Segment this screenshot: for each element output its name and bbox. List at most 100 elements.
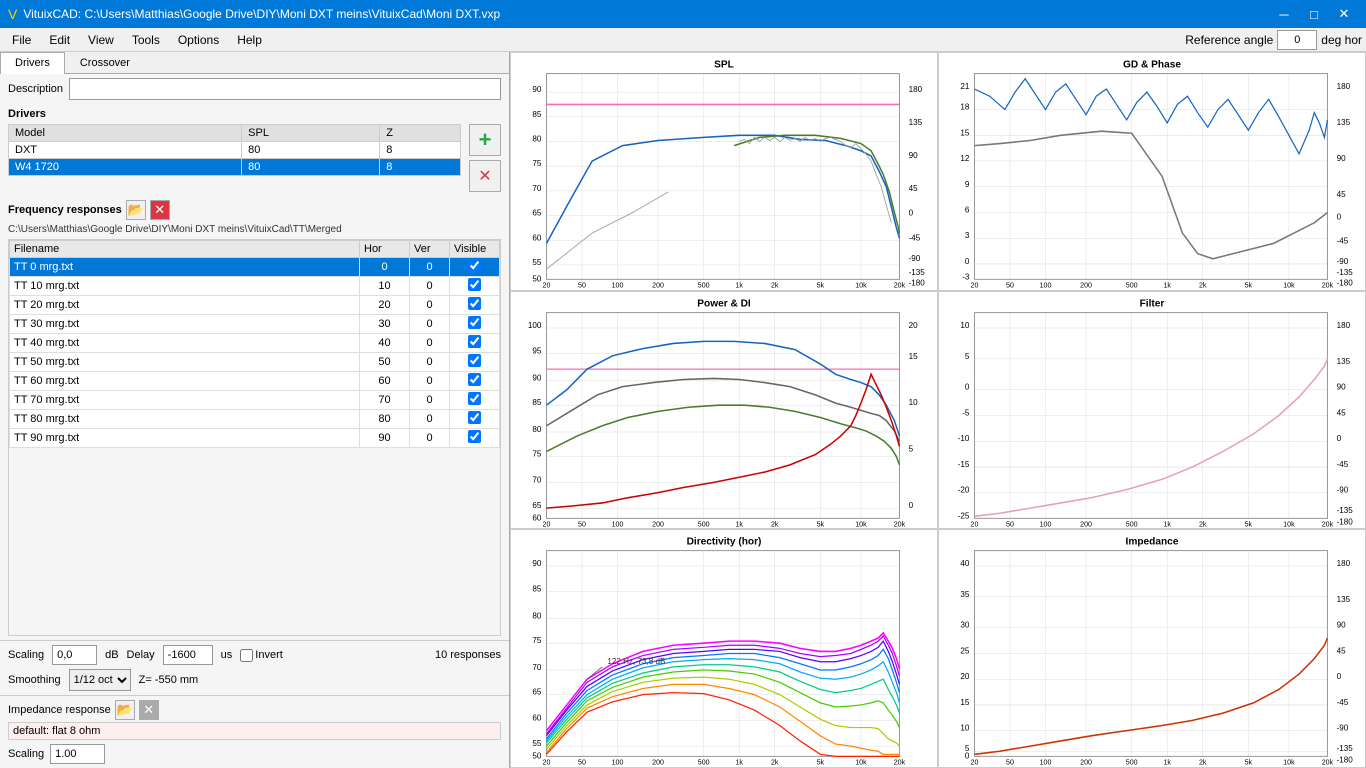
driver-row[interactable]: DXT808 <box>9 142 461 159</box>
invert-checkbox[interactable] <box>240 649 253 662</box>
freq-visible-checkbox[interactable] <box>468 392 481 405</box>
freq-visible-checkbox[interactable] <box>468 354 481 367</box>
svg-text:-135: -135 <box>1337 506 1354 515</box>
add-driver-button[interactable]: + <box>469 124 501 156</box>
freq-visible[interactable] <box>450 296 500 315</box>
freq-row[interactable]: TT 0 mrg.txt 0 0 <box>10 258 500 277</box>
svg-text:500: 500 <box>698 282 710 290</box>
right-panel: SPL 90 85 80 75 70 65 60 55 50 180 135 9… <box>510 52 1366 768</box>
freq-row[interactable]: TT 80 mrg.txt 80 0 <box>10 410 500 429</box>
close-button[interactable]: ✕ <box>1330 0 1358 28</box>
svg-text:10k: 10k <box>1283 520 1295 528</box>
freq-row[interactable]: TT 10 mrg.txt 10 0 <box>10 277 500 296</box>
svg-text:100: 100 <box>1040 282 1052 290</box>
freq-visible[interactable] <box>450 410 500 429</box>
svg-text:100: 100 <box>612 282 624 290</box>
freq-visible-checkbox[interactable] <box>468 335 481 348</box>
tab-drivers[interactable]: Drivers <box>0 52 65 74</box>
spl-svg: SPL 90 85 80 75 70 65 60 55 50 180 135 9… <box>511 53 937 290</box>
freq-visible-checkbox[interactable] <box>468 278 481 291</box>
description-input[interactable] <box>69 78 501 100</box>
directivity-chart: Directivity (hor) 90 85 80 75 70 65 60 5… <box>510 529 938 768</box>
scaling-label: Scaling <box>8 649 44 661</box>
svg-text:6: 6 <box>965 205 970 214</box>
svg-text:50: 50 <box>532 752 541 761</box>
freq-visible[interactable] <box>450 334 500 353</box>
svg-text:18: 18 <box>960 103 969 112</box>
freq-visible[interactable] <box>450 353 500 372</box>
freq-visible[interactable] <box>450 315 500 334</box>
svg-text:50: 50 <box>532 274 541 283</box>
svg-text:2k: 2k <box>771 520 779 528</box>
freq-row[interactable]: TT 60 mrg.txt 60 0 <box>10 372 500 391</box>
svg-text:0: 0 <box>965 382 970 391</box>
svg-text:55: 55 <box>532 739 541 748</box>
tab-crossover[interactable]: Crossover <box>65 52 145 73</box>
minimize-button[interactable]: ─ <box>1270 0 1298 28</box>
freq-table-wrap[interactable]: Filename Hor Ver Visible TT 0 mrg.txt 0 … <box>8 239 501 636</box>
freq-row[interactable]: TT 30 mrg.txt 30 0 <box>10 315 500 334</box>
menu-file[interactable]: File <box>4 31 39 49</box>
menu-options[interactable]: Options <box>170 31 227 49</box>
delay-input[interactable] <box>163 645 213 665</box>
imp-scaling-input[interactable] <box>50 744 105 764</box>
svg-text:200: 200 <box>1080 282 1092 290</box>
menu-edit[interactable]: Edit <box>41 31 78 49</box>
svg-text:5k: 5k <box>817 759 825 767</box>
freq-delete-button[interactable]: ✕ <box>150 200 170 220</box>
svg-text:10k: 10k <box>855 282 867 290</box>
svg-text:45: 45 <box>1337 190 1346 199</box>
svg-text:80: 80 <box>532 425 541 434</box>
freq-visible-checkbox[interactable] <box>468 297 481 310</box>
scaling-row: Scaling dB Delay us Invert 10 responses <box>8 645 501 665</box>
svg-text:1k: 1k <box>1163 759 1171 767</box>
imp-open-button[interactable]: 📂 <box>115 700 135 720</box>
svg-text:0: 0 <box>909 209 914 218</box>
freq-path: C:\Users\Matthias\Google Drive\DIY\Moni … <box>8 222 501 239</box>
freq-visible[interactable] <box>450 391 500 410</box>
scaling-input[interactable] <box>52 645 97 665</box>
remove-driver-button[interactable]: ✕ <box>469 160 501 192</box>
driver-model: W4 1720 <box>9 159 242 176</box>
freq-table: Filename Hor Ver Visible TT 0 mrg.txt 0 … <box>9 240 500 448</box>
maximize-button[interactable]: □ <box>1300 0 1328 28</box>
freq-row[interactable]: TT 70 mrg.txt 70 0 <box>10 391 500 410</box>
svg-text:20: 20 <box>971 520 979 528</box>
menu-tools[interactable]: Tools <box>124 31 168 49</box>
svg-text:135: 135 <box>909 118 923 127</box>
smoothing-select[interactable]: 1/12 oct 1/1 oct 1/2 oct 1/3 oct 1/6 oct… <box>69 669 131 691</box>
svg-text:10k: 10k <box>1283 282 1295 290</box>
freq-ver: 0 <box>410 315 450 334</box>
col-ver: Ver <box>410 241 450 258</box>
svg-text:12: 12 <box>960 154 969 163</box>
freq-ver: 0 <box>410 353 450 372</box>
freq-row[interactable]: TT 90 mrg.txt 90 0 <box>10 429 500 448</box>
freq-visible-checkbox[interactable] <box>468 430 481 443</box>
freq-ver: 0 <box>410 296 450 315</box>
menu-help[interactable]: Help <box>229 31 270 49</box>
freq-visible[interactable] <box>450 277 500 296</box>
driver-row[interactable]: W4 1720808 <box>9 159 461 176</box>
svg-text:40: 40 <box>960 559 969 568</box>
freq-visible-checkbox[interactable] <box>468 259 481 272</box>
reference-angle-input[interactable] <box>1277 30 1317 50</box>
invert-label: Invert <box>255 649 283 661</box>
freq-visible-checkbox[interactable] <box>468 411 481 424</box>
freq-visible[interactable] <box>450 258 500 277</box>
freq-visible[interactable] <box>450 429 500 448</box>
svg-text:-20: -20 <box>958 485 970 494</box>
freq-visible[interactable] <box>450 372 500 391</box>
menu-view[interactable]: View <box>80 31 122 49</box>
freq-row[interactable]: TT 50 mrg.txt 50 0 <box>10 353 500 372</box>
svg-text:0: 0 <box>909 501 914 510</box>
freq-visible-checkbox[interactable] <box>468 316 481 329</box>
svg-text:2k: 2k <box>1199 520 1207 528</box>
freq-open-button[interactable]: 📂 <box>126 200 146 220</box>
reference-angle-group: Reference angle deg hor <box>1185 30 1362 50</box>
imp-delete-button[interactable]: ✕ <box>139 700 159 720</box>
freq-row[interactable]: TT 20 mrg.txt 20 0 <box>10 296 500 315</box>
freq-visible-checkbox[interactable] <box>468 373 481 386</box>
freq-row[interactable]: TT 40 mrg.txt 40 0 <box>10 334 500 353</box>
svg-text:20: 20 <box>543 520 551 528</box>
svg-text:65: 65 <box>532 209 541 218</box>
